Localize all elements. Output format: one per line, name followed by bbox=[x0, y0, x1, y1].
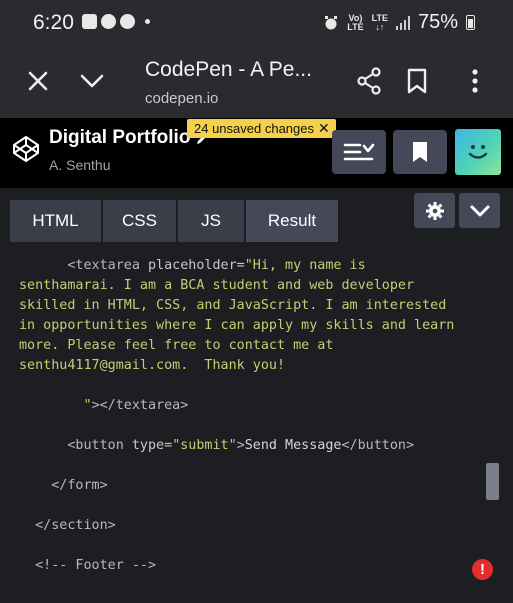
code-token: > bbox=[236, 438, 245, 453]
code-token: senthu4117@gmail.com. Thank you! bbox=[19, 358, 286, 373]
signal-icon bbox=[395, 15, 410, 30]
bookmark-button[interactable] bbox=[393, 130, 447, 174]
code-token: more. Please feel free to contact me at bbox=[19, 338, 334, 353]
code-token: in opportunities where I can apply my sk… bbox=[19, 318, 455, 333]
page-title[interactable]: CodePen - A Pe... bbox=[145, 58, 312, 82]
tab-html[interactable]: HTML bbox=[10, 200, 101, 242]
codepen-header: Digital Portfolio A. Senthu 24 unsaved c… bbox=[0, 118, 513, 188]
code-line: skilled in HTML, CSS, and JavaScript. I … bbox=[19, 296, 489, 316]
pen-title[interactable]: Digital Portfolio bbox=[49, 127, 190, 149]
tab-css[interactable]: CSS bbox=[103, 200, 176, 242]
tab-js[interactable]: JS bbox=[178, 200, 244, 242]
editor-collapse-button[interactable] bbox=[459, 193, 500, 228]
error-indicator[interactable]: ! bbox=[472, 559, 493, 580]
code-token: placeholder= bbox=[148, 258, 245, 273]
code-line: more. Please feel free to contact me at bbox=[19, 336, 489, 356]
code-token: <textarea bbox=[19, 258, 148, 273]
codepen-logo-icon[interactable] bbox=[12, 135, 40, 168]
code-line: </section> bbox=[19, 516, 489, 536]
status-right: Vo) LTE LTE ↓↑ 75% bbox=[323, 11, 475, 34]
layout-button[interactable] bbox=[332, 130, 386, 174]
code-line: <textarea placeholder="Hi, my name is bbox=[19, 256, 489, 276]
code-line: </form> bbox=[19, 476, 489, 496]
code-token: type= bbox=[131, 438, 173, 453]
avatar[interactable] bbox=[455, 129, 501, 175]
share-icon[interactable] bbox=[355, 66, 383, 96]
code-token: "submit" bbox=[172, 438, 237, 453]
code-line: senthu4117@gmail.com. Thank you! bbox=[19, 356, 489, 376]
code-token: <button bbox=[19, 438, 132, 453]
gear-icon bbox=[425, 201, 444, 220]
close-icon[interactable]: ✕ bbox=[318, 121, 330, 135]
code-line: <!-- Footer --> bbox=[19, 556, 489, 576]
unsaved-changes-label: 24 unsaved changes bbox=[194, 121, 314, 136]
code-token: <!-- Footer --> bbox=[19, 558, 157, 573]
settings-button[interactable] bbox=[414, 193, 455, 228]
volte-indicator: Vo) LTE bbox=[347, 12, 364, 32]
media-icon bbox=[101, 14, 116, 29]
code-line: "></textarea> bbox=[19, 396, 489, 416]
code-token: senthamarai. I am a BCA student and web … bbox=[19, 278, 415, 293]
notification-dot-icon bbox=[145, 19, 150, 24]
lte-indicator: LTE ↓↑ bbox=[371, 12, 388, 32]
code-line: <button type="submit">Send Message</butt… bbox=[19, 436, 489, 456]
battery-icon bbox=[466, 15, 475, 30]
chevron-down-icon[interactable] bbox=[78, 68, 106, 94]
game-icon bbox=[120, 14, 135, 29]
code-token: </section> bbox=[19, 518, 116, 533]
code-token: skilled in HTML, CSS, and JavaScript. I … bbox=[19, 298, 447, 313]
code-line: in opportunities where I can apply my sk… bbox=[19, 316, 489, 336]
status-bar: 6:20 Vo) LTE LTE ↓↑ 75% bbox=[0, 0, 513, 46]
editor-tabs: HTML CSS JS Result bbox=[10, 200, 338, 242]
unsaved-changes-badge[interactable]: 24 unsaved changes ✕ bbox=[187, 119, 336, 138]
status-time: 6:20 bbox=[33, 11, 74, 34]
code-editor[interactable]: <textarea placeholder="Hi, my name is sen… bbox=[19, 256, 489, 576]
code-token: </button> bbox=[341, 438, 415, 453]
code-token: </form> bbox=[19, 478, 108, 493]
layout-icon bbox=[343, 143, 375, 161]
code-token: " bbox=[19, 398, 92, 413]
page-url[interactable]: codepen.io bbox=[145, 90, 218, 107]
close-icon[interactable] bbox=[25, 68, 51, 94]
code-token: ></textarea> bbox=[91, 398, 189, 413]
bookmark-icon bbox=[413, 142, 427, 162]
code-line: senthamarai. I am a BCA student and web … bbox=[19, 276, 489, 296]
chevron-down-icon bbox=[470, 205, 489, 216]
image-icon bbox=[82, 14, 97, 29]
bookmark-icon[interactable] bbox=[405, 66, 429, 96]
status-left-icons bbox=[82, 14, 150, 29]
pen-author[interactable]: A. Senthu bbox=[49, 157, 111, 173]
more-vert-icon[interactable] bbox=[465, 66, 485, 96]
editor-scrollbar-thumb[interactable] bbox=[486, 463, 499, 500]
code-token: Send Message bbox=[244, 438, 342, 453]
avatar-face-icon bbox=[468, 145, 488, 159]
code-token: "Hi, my name is bbox=[244, 258, 366, 273]
alarm-icon bbox=[325, 15, 338, 29]
battery-percent: 75% bbox=[417, 11, 458, 33]
tab-result[interactable]: Result bbox=[246, 200, 338, 242]
browser-toolbar: CodePen - A Pe... codepen.io bbox=[0, 46, 513, 118]
